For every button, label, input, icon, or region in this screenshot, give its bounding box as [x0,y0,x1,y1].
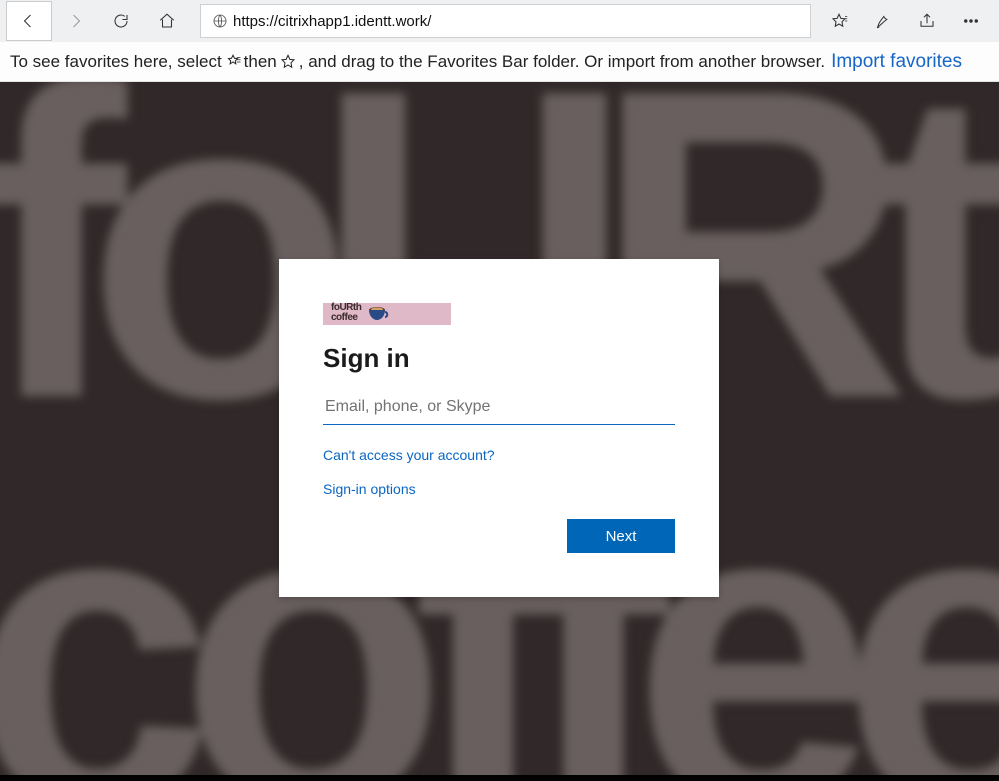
home-button[interactable] [144,1,190,41]
brand-text-bottom: coffee [331,312,357,323]
email-field[interactable] [323,392,675,425]
signin-heading: Sign in [323,343,675,374]
star-icon [279,53,297,71]
favbar-text-2: then [244,52,277,72]
import-favorites-link[interactable]: Import favorites [831,51,962,73]
next-button[interactable]: Next [567,519,675,553]
back-button[interactable] [6,1,52,41]
add-favorite-icon [224,53,242,71]
cant-access-link[interactable]: Can't access your account? [323,447,675,463]
page-body: foURth coffee foURth coffee Sign in Can'… [0,82,999,781]
signin-card: foURth coffee Sign in Can't access your … [279,259,719,597]
toolbar-right-icons [817,1,993,41]
coffee-cup-icon [367,306,391,322]
favbar-text-1: To see favorites here, select [10,52,222,72]
footer-strip [0,775,999,781]
address-bar[interactable] [200,4,811,38]
site-identity-icon [207,13,233,29]
favorites-icon[interactable] [817,1,861,41]
signin-options-link[interactable]: Sign-in options [323,481,675,497]
refresh-button[interactable] [98,1,144,41]
more-icon[interactable] [949,1,993,41]
favbar-text-3: , and drag to the Favorites Bar folder. … [299,52,825,72]
forward-button[interactable] [52,1,98,41]
favorites-hint-bar: To see favorites here, select then , and… [0,42,999,82]
brand-logo: foURth coffee [323,303,451,325]
share-icon[interactable] [905,1,949,41]
url-input[interactable] [233,13,804,30]
reading-list-icon[interactable] [861,1,905,41]
browser-toolbar [0,0,999,42]
